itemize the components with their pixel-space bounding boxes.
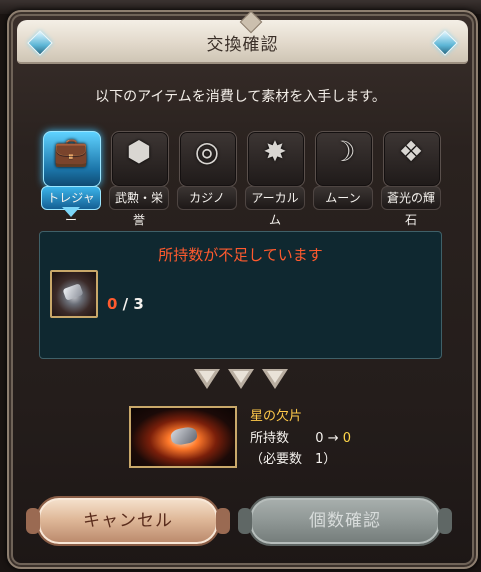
moon-icon: ☽: [330, 135, 356, 168]
tab-label: ムーン: [313, 186, 373, 210]
tab-crystal[interactable]: ❖ 蒼光の輝石: [381, 131, 441, 227]
treasure-chest-icon: 💼: [53, 135, 89, 168]
required-amount: （必要数 1）: [250, 452, 337, 467]
count-separator: /: [122, 295, 129, 313]
result-owned-line: 所持数 0 → 0: [250, 427, 351, 446]
requirement-panel: 所持数が不足しています 0 / 3: [39, 231, 442, 359]
crystal-icon: ❖: [398, 135, 424, 168]
owned-before: 0: [315, 431, 324, 446]
confirm-button-label: 個数確認: [309, 511, 381, 531]
owned-after: 0: [342, 431, 352, 446]
result-item-name: 星の欠片: [250, 409, 303, 424]
cancel-button[interactable]: キャンセル: [26, 496, 230, 546]
tab-treasure[interactable]: 💼 トレジャー: [41, 131, 101, 227]
button-wing: [238, 508, 252, 534]
down-arrow-icon: [228, 369, 254, 389]
requirement-count: 0 / 3: [107, 295, 144, 313]
required-item-thumbnail: [50, 270, 98, 318]
owned-count: 0: [107, 295, 118, 313]
active-tab-pointer-icon: [62, 207, 80, 217]
instruction-text: 以下のアイテムを消費して素材を入手します。: [95, 89, 386, 105]
down-arrows: [194, 369, 290, 391]
insufficient-warning: 所持数が不足しています: [158, 246, 323, 264]
tab-moon[interactable]: ☽ ムーン: [313, 131, 373, 211]
down-arrow-icon: [262, 369, 288, 389]
button-wing: [26, 508, 40, 534]
cancel-button-label: キャンセル: [83, 511, 173, 531]
tab-label: カジノ: [177, 186, 237, 210]
casino-chip-icon: ◎: [194, 135, 220, 168]
category-tabs: 💼 トレジャー ⬢ 武勲・栄誉 ◎ カジノ ✸ アーカルム ☽ ムーン ❖ 蒼光…: [41, 131, 441, 227]
tab-arcarum[interactable]: ✸ アーカルム: [245, 131, 305, 227]
confirm-quantity-button[interactable]: 個数確認: [238, 496, 452, 546]
tab-label: アーカルム: [245, 186, 305, 227]
button-wing: [216, 508, 230, 534]
down-arrow-icon: [194, 369, 220, 389]
medals-icon: ⬢: [126, 135, 152, 168]
required-count: 3: [133, 295, 144, 313]
arrow-right-icon: →: [327, 431, 339, 446]
arcarum-star-icon: ✸: [263, 135, 287, 168]
tab-casino[interactable]: ◎ カジノ: [177, 131, 237, 211]
dialog-title: 交換確認: [206, 35, 279, 55]
owned-label: 所持数: [250, 431, 290, 446]
tab-label: 蒼光の輝石: [381, 186, 441, 227]
star-shard-icon: [62, 283, 84, 301]
tab-label: 武勲・栄誉: [109, 186, 169, 227]
dialog-title-bar: 交換確認: [17, 10, 468, 64]
result-item-thumbnail: [129, 406, 237, 468]
button-wing: [438, 508, 452, 534]
star-fragment-icon: [169, 425, 199, 447]
tab-medals[interactable]: ⬢ 武勲・栄誉: [109, 131, 169, 227]
